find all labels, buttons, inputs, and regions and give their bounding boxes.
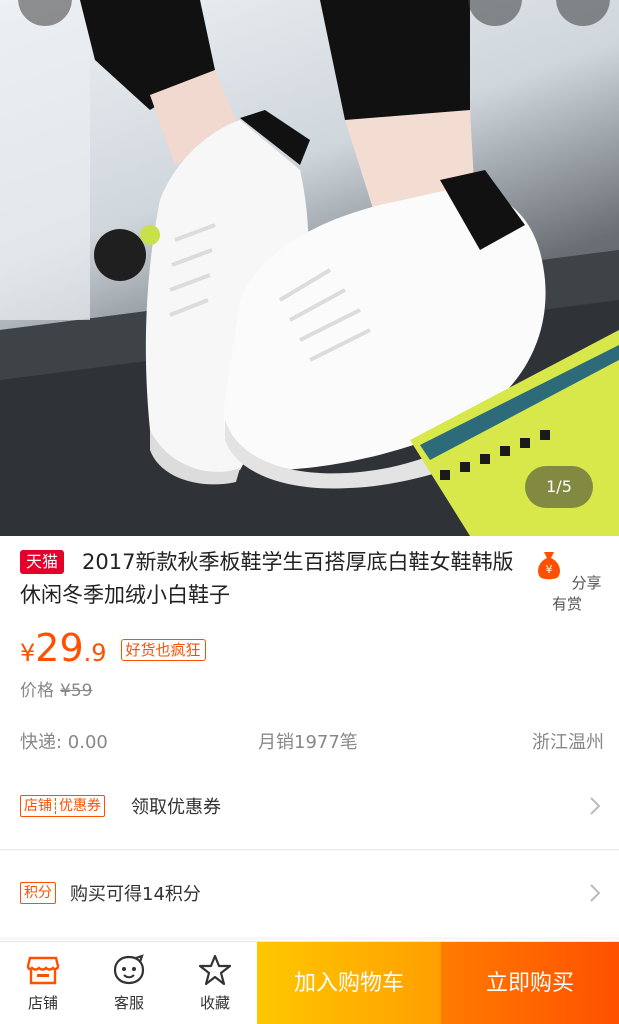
points-tag: 积分: [20, 882, 56, 904]
promo-tag: 好货也疯狂: [120, 639, 206, 661]
coupon-tag: 店铺 优惠券: [20, 795, 105, 817]
star-icon: [198, 954, 232, 986]
image-counter: 1/5: [525, 466, 593, 508]
price-decimal: .9: [83, 639, 107, 667]
points-row[interactable]: 积分 购买可得14积分: [0, 851, 619, 937]
chevron-right-icon: [590, 884, 601, 902]
monthly-sales: 月销1977笔: [258, 732, 358, 753]
ship-location: 浙江温州: [532, 732, 604, 753]
service-label: 客服: [113, 994, 144, 1012]
product-image-gallery[interactable]: 1/5: [0, 0, 619, 536]
product-title: 2017新款秋季板鞋学生百搭厚底白鞋女鞋韩版休闲冬季加绒小白鞋子: [20, 550, 514, 607]
buy-now-button[interactable]: 立即购买: [441, 942, 619, 1024]
favorite-label: 收藏: [199, 994, 230, 1012]
chat-face-icon: [113, 954, 145, 985]
store-icon: [26, 956, 60, 985]
svg-text:¥: ¥: [546, 563, 553, 576]
money-bag-icon: ¥: [538, 552, 561, 580]
coupon-label: 领取优惠券: [131, 797, 221, 818]
shipping-info-row: 快递: 0.00 月销1977笔 浙江温州: [20, 728, 604, 756]
currency-symbol: ¥: [20, 639, 36, 667]
customer-service-tab[interactable]: 客服: [86, 942, 172, 1024]
price: ¥ 29 .9 好货也疯狂: [20, 626, 206, 676]
favorite-tab[interactable]: 收藏: [172, 942, 258, 1024]
chevron-right-icon: [590, 797, 601, 815]
store-label: 店铺: [27, 994, 58, 1012]
original-price: 价格 ¥59: [20, 681, 93, 701]
store-tab[interactable]: 店铺: [0, 942, 86, 1024]
add-to-cart-button[interactable]: 加入购物车: [257, 942, 441, 1024]
share-reward-button[interactable]: ¥ 分享有赏: [529, 548, 605, 614]
points-label: 购买可得14积分: [70, 884, 201, 905]
shipping-fee: 快递: 0.00: [20, 732, 108, 753]
coupon-row[interactable]: 店铺 优惠券 领取优惠券: [0, 764, 619, 850]
price-integer: 29: [35, 626, 84, 670]
bottom-action-bar: 店铺 客服 收藏 加入购物车 立即购买: [0, 941, 619, 1024]
product-photo: [0, 0, 619, 536]
